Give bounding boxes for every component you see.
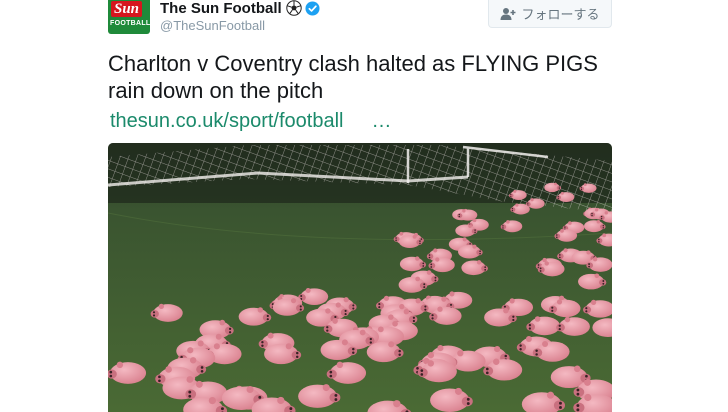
follow-button[interactable]: フォローする bbox=[488, 0, 612, 28]
avatar-logo: Sun bbox=[111, 1, 143, 17]
avatar[interactable]: Sun FOOTBALL bbox=[108, 0, 150, 34]
avatar-subtext: FOOTBALL bbox=[110, 20, 150, 27]
article-link-text: thesun.co.uk/sport/football bbox=[110, 110, 344, 132]
link-ellipsis: … bbox=[371, 110, 392, 132]
tweet-text: Charlton v Coventry clash halted as FLYI… bbox=[108, 51, 598, 103]
article-link[interactable]: thesun.co.uk/sport/football … bbox=[110, 108, 391, 134]
football-icon bbox=[285, 0, 302, 16]
account-handle[interactable]: @TheSunFootball bbox=[160, 18, 265, 34]
display-name[interactable]: The Sun Football bbox=[160, 0, 282, 17]
add-user-icon bbox=[500, 7, 516, 20]
follow-button-label: フォローする bbox=[521, 7, 600, 22]
verified-badge-icon bbox=[305, 1, 320, 16]
pigs-on-pitch-image bbox=[108, 143, 612, 412]
display-name-row[interactable]: The Sun Football bbox=[160, 0, 320, 18]
tweet-photo[interactable] bbox=[108, 143, 612, 412]
